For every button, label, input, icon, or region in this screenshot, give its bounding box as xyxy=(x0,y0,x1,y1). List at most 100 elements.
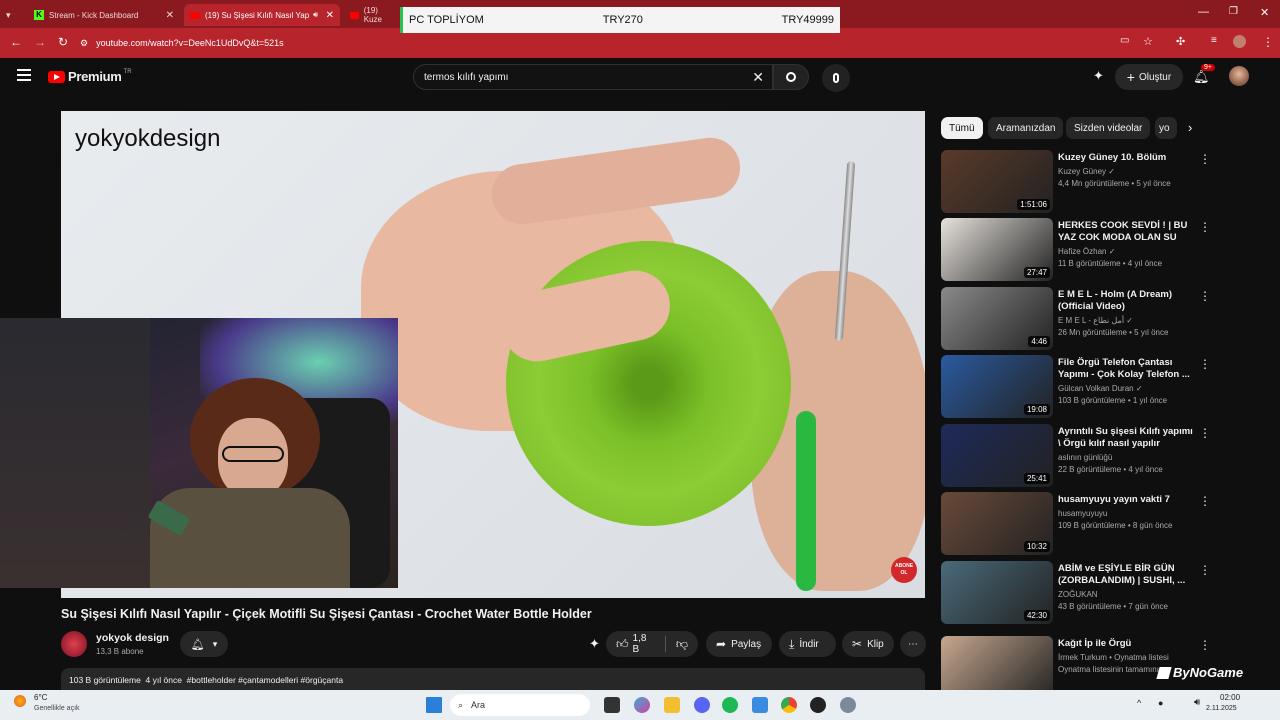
tray-chevron-icon[interactable]: ^ xyxy=(1137,698,1141,708)
clip-button[interactable]: ✂ Klip xyxy=(842,631,894,657)
subscribe-badge[interactable]: ABONE OL xyxy=(891,557,917,583)
recommendation-title[interactable]: Kağıt İp ile Örgü xyxy=(1058,638,1198,650)
video-thumbnail[interactable]: 4:46 xyxy=(941,287,1053,350)
recommendation-channel[interactable]: Kuzey Güney ✓ xyxy=(1058,167,1115,176)
more-options-icon[interactable]: ⋮ xyxy=(1199,152,1211,166)
more-options-icon[interactable]: ⋮ xyxy=(1199,426,1211,440)
tab-kick-dashboard[interactable]: K Stream - Kick Dashboard ✕ xyxy=(28,4,180,26)
copilot-icon[interactable] xyxy=(634,697,650,713)
site-info-icon[interactable]: ⚙︎ xyxy=(80,38,88,49)
recommendation-item[interactable]: 42:30 ABİM ve EŞİYLE BİR GÜN (ZORBALANDIM… xyxy=(941,561,1241,625)
recommendation-channel[interactable]: aslının günlüğü xyxy=(1058,453,1112,462)
recommendation-title[interactable]: Kuzey Güney 10. Bölüm xyxy=(1058,152,1198,164)
minimize-icon[interactable]: — xyxy=(1198,6,1209,18)
video-thumbnail[interactable]: 19:08 xyxy=(941,355,1053,418)
more-options-icon[interactable]: ⋮ xyxy=(1199,563,1211,577)
recommendation-channel[interactable]: Gülcan Volkan Duran ✓ xyxy=(1058,384,1143,393)
recommendation-channel[interactable]: ZOĞUKAN xyxy=(1058,590,1098,599)
recommendation-channel[interactable]: E M E L - أمل نطاع ✓ xyxy=(1058,316,1133,325)
tray-date[interactable]: 2.11.2025 xyxy=(1206,705,1237,712)
hamburger-menu-icon[interactable] xyxy=(17,69,31,81)
bookmark-star-icon[interactable]: ☆ xyxy=(1143,35,1153,48)
discord-icon[interactable] xyxy=(694,697,710,713)
profile-avatar[interactable] xyxy=(1233,35,1246,48)
recommendation-item[interactable]: 27:47 HERKES COOK SEVDİ ! | BU YAZ COK MO… xyxy=(941,218,1241,282)
close-icon[interactable]: ✕ xyxy=(326,10,334,21)
recommendation-title[interactable]: husamyuyu yayın vakti 7 xyxy=(1058,494,1198,506)
recommendation-title[interactable]: Ayrıntılı Su şişesi Kılıfı yapımı \ Örgü… xyxy=(1058,426,1198,450)
account-avatar[interactable] xyxy=(1229,66,1249,86)
chip-partial[interactable]: yo xyxy=(1155,117,1177,139)
weather-temp[interactable]: 6°C xyxy=(34,693,47,702)
speaker-icon[interactable]: 🔊︎ xyxy=(313,10,318,20)
search-button[interactable] xyxy=(773,64,809,90)
close-icon[interactable]: ✕ xyxy=(166,10,174,21)
recommendation-channel[interactable]: Hafize Özhan ✓ xyxy=(1058,247,1115,256)
subscribe-bell-button[interactable]: 🔔︎ ▾ xyxy=(180,631,228,657)
voice-search-button[interactable] xyxy=(822,64,850,92)
recommendation-title[interactable]: File Örgü Telefon Çantası Yapımı - Çok K… xyxy=(1058,357,1198,381)
share-button[interactable]: ➦ Paylaş xyxy=(706,631,772,657)
obs-icon[interactable] xyxy=(810,697,826,713)
search-input[interactable]: termos kılıfı yapımı ✕ xyxy=(413,64,773,90)
tray-time[interactable]: 02:00 xyxy=(1220,693,1240,702)
back-icon[interactable]: ← xyxy=(10,35,22,49)
media-icon[interactable]: ≡ xyxy=(1211,35,1217,46)
more-options-icon[interactable]: ⋮ xyxy=(1199,220,1211,234)
recommendation-item[interactable]: 25:41 Ayrıntılı Su şişesi Kılıfı yapımı \… xyxy=(941,424,1241,488)
video-thumbnail[interactable]: 1:51:06 xyxy=(941,150,1053,213)
tray-volume-icon[interactable]: 🔊︎ xyxy=(1194,697,1200,708)
more-actions-button[interactable]: ⋯ xyxy=(900,631,926,657)
recommendation-item[interactable]: 19:08 File Örgü Telefon Çantası Yapımı - … xyxy=(941,355,1241,419)
close-window-icon[interactable]: ✕ xyxy=(1260,6,1269,19)
more-options-icon[interactable]: ⋮ xyxy=(1199,357,1211,371)
url-field[interactable]: ⚙︎ youtube.com/watch?v=DeeNc1UdDvQ&t=521… xyxy=(80,33,1100,53)
cast-icon[interactable]: ▭ xyxy=(1120,35,1129,46)
app-icon[interactable] xyxy=(752,697,768,713)
thumbs-down-icon[interactable]: 👎︎ xyxy=(676,637,688,652)
chrome-icon[interactable] xyxy=(781,697,797,713)
channel-name[interactable]: yokyok design xyxy=(96,632,169,644)
chip-for-you[interactable]: Sizden videolar xyxy=(1066,117,1151,139)
weather-icon[interactable] xyxy=(14,695,26,707)
like-button[interactable]: 👍︎ 1,8 B xyxy=(616,633,655,655)
chevron-right-icon[interactable]: › xyxy=(1188,120,1192,135)
recommendation-title[interactable]: HERKES COOK SEVDİ ! | BU YAZ COK MODA OL… xyxy=(1058,220,1198,244)
more-options-icon[interactable]: ⋮ xyxy=(1199,289,1211,303)
chip-from-search[interactable]: Aramanızdan xyxy=(988,117,1064,139)
channel-avatar[interactable] xyxy=(61,631,87,657)
forward-icon[interactable]: → xyxy=(34,35,46,49)
cast-connect-icon[interactable]: ✦ xyxy=(1093,68,1104,84)
clear-search-icon[interactable]: ✕ xyxy=(752,69,764,86)
create-button[interactable]: + Oluştur xyxy=(1115,64,1183,90)
taskbar-search[interactable]: ⌕ Ara xyxy=(450,694,590,716)
video-thumbnail[interactable]: 25:41 xyxy=(941,424,1053,487)
tab-list-button[interactable]: ▾ xyxy=(0,4,26,26)
notifications-button[interactable]: 🔔︎ 9+ xyxy=(1193,64,1215,86)
recommendation-item[interactable]: 10:32 husamyuyu yayın vakti 7 husamyuyuyu 1… xyxy=(941,492,1241,556)
spotify-icon[interactable] xyxy=(722,697,738,713)
chip-all[interactable]: Tümü xyxy=(941,117,983,139)
more-options-icon[interactable]: ⋮ xyxy=(1199,494,1211,508)
task-view-icon[interactable] xyxy=(604,697,620,713)
recommendation-item[interactable]: 4:46 E M E L - Holm (A Dream) (Official V… xyxy=(941,287,1241,351)
recommendation-item[interactable]: 1:51:06 Kuzey Güney 10. Bölüm Kuzey Güney … xyxy=(941,150,1241,214)
more-options-icon[interactable]: ⋮ xyxy=(1262,35,1274,49)
sparkle-icon[interactable]: ✦ xyxy=(589,636,600,652)
recommendation-channel[interactable]: İrmek Turkum • Oynatma listesi xyxy=(1058,653,1169,662)
youtube-logo[interactable]: Premium TR xyxy=(48,69,132,84)
tray-mic-icon[interactable]: ● xyxy=(1158,698,1163,708)
video-thumbnail[interactable]: 27:47 xyxy=(941,218,1053,281)
file-explorer-icon[interactable] xyxy=(664,697,680,713)
settings-icon[interactable] xyxy=(840,697,856,713)
maximize-icon[interactable]: ❐ xyxy=(1229,6,1238,17)
video-thumbnail[interactable]: 42:30 xyxy=(941,561,1053,624)
more-options-icon[interactable]: ⋮ xyxy=(1199,638,1211,652)
extensions-icon[interactable]: ✣ xyxy=(1176,35,1185,48)
description-box[interactable]: 103 B görüntüleme 4 yıl önce #bottlehold… xyxy=(61,668,925,690)
video-thumbnail[interactable]: 10:32 xyxy=(941,492,1053,555)
recommendation-title[interactable]: E M E L - Holm (A Dream) (Official Video… xyxy=(1058,289,1198,313)
tab-kuzey-video[interactable]: (19) Kuze xyxy=(344,4,400,26)
windows-start-icon[interactable] xyxy=(426,697,442,713)
reload-icon[interactable]: ↻ xyxy=(58,35,68,49)
